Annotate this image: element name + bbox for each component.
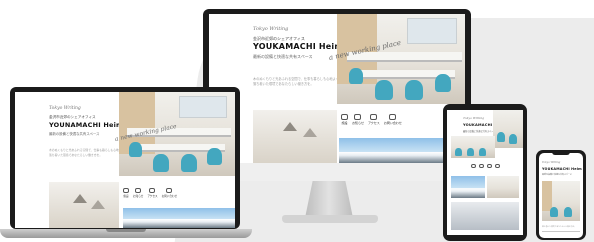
room-photo (487, 176, 519, 198)
site-title: YOUNAMACHI Heim (49, 121, 123, 129)
pendant-lamp (73, 194, 87, 203)
feature-label: アクセス (147, 195, 158, 198)
intro-text-2: 落ち着いた環境であなたらしい働き方を。 (49, 153, 103, 157)
feature-item[interactable]: お知らせ (133, 188, 143, 198)
feature-label: 施設 (341, 121, 348, 125)
mountain-photo (123, 208, 235, 228)
feature-label: お問い合わせ (161, 195, 178, 198)
feature-label: アクセス (367, 121, 380, 125)
monitor-screen: Tokyo Writing 金沢市近郊のシェアオフィス YOUKAMACHI H… (209, 14, 465, 163)
feature-item[interactable]: アクセス (147, 188, 158, 198)
site-title: YOUKAMACHI Heim (542, 167, 582, 171)
chair (181, 154, 197, 172)
tablet-screen: Tokyo Writing YOUKAMACHI Heim 最新の設備と快適な共… (447, 110, 523, 235)
mountain-photo (451, 176, 485, 198)
device-mockup-stage: Tokyo Writing 金沢市近郊のシェアオフィス YOUKAMACHI H… (0, 0, 594, 242)
feature-label: お知らせ (133, 195, 144, 198)
chair (509, 134, 517, 144)
feature-label: お問い合わせ (383, 121, 402, 125)
lamp-photo (253, 110, 337, 163)
feature-icons: 施設 お知らせ アクセス お問い合わせ (123, 188, 177, 198)
chair (375, 80, 393, 100)
site-subtitle: 最新の設備と快適な共有スペース (463, 130, 496, 133)
chair (467, 148, 474, 156)
wood-panel (542, 181, 552, 211)
feature-item[interactable]: アクセス (368, 114, 380, 125)
chair (153, 154, 169, 172)
hero-photo-wide (451, 136, 495, 158)
pendant-lamp (91, 200, 105, 209)
feature-item[interactable] (495, 164, 500, 168)
window (407, 18, 457, 44)
chair (207, 148, 222, 165)
feature-item[interactable]: 施設 (123, 188, 129, 198)
site-logo[interactable]: Tokyo Writing (253, 26, 288, 32)
site-logo[interactable]: Tokyo Writing (49, 106, 81, 111)
chair (479, 148, 486, 156)
feature-item[interactable] (471, 164, 476, 168)
feature-item[interactable]: 施設 (341, 114, 348, 125)
site-title: YOUKAMACHI Heim (253, 42, 343, 51)
feature-item[interactable]: お問い合わせ (161, 188, 178, 198)
divider (542, 231, 580, 232)
chair (455, 148, 462, 156)
hero-photo (542, 181, 580, 221)
site-logo[interactable]: Tokyo Writing (542, 161, 560, 164)
feature-item[interactable]: お問い合わせ (384, 114, 402, 125)
site-tagline: 金沢市近郊のシェアオフィス (49, 115, 96, 119)
site-subtitle: 最新の設備と快適な共有スペース (49, 132, 100, 136)
window (179, 96, 227, 118)
feature-label: お知らせ (352, 121, 364, 125)
chair (405, 80, 423, 100)
feature-label: 施設 (123, 195, 129, 198)
chair (435, 74, 451, 92)
site-subtitle: 最新の設備と快適な共有スペース (253, 54, 313, 59)
chair (550, 207, 558, 217)
pendant-lamp (303, 128, 317, 137)
chair (349, 68, 363, 84)
feature-item[interactable] (487, 164, 492, 168)
site-logo[interactable]: Tokyo Writing (463, 116, 484, 120)
site-subtitle: 最新の設備と快適な共有スペース (542, 174, 572, 176)
room-photo (451, 202, 519, 230)
intro-text: 木のぬくもりと光あふれる空間で、仕事も暮らしも心地よく。 (49, 148, 128, 152)
chair (564, 207, 572, 217)
feature-icons: 施設 お知らせ アクセス お問い合わせ (341, 114, 402, 125)
intro-text: 落ち着いた環境であなたらしい働き方を。 (542, 226, 577, 228)
feature-item[interactable]: お知らせ (352, 114, 364, 125)
chair (129, 142, 142, 157)
phone-notch (552, 152, 570, 155)
laptop-notch (106, 229, 146, 232)
hero-photo (493, 110, 523, 148)
hero-photo (337, 14, 465, 104)
lamp-photo (49, 182, 119, 228)
feature-item[interactable] (479, 164, 484, 168)
monitor-chin (203, 163, 471, 181)
feature-icons (471, 164, 500, 168)
intro-text-2: 落ち着いた環境であなたらしい働き方を。 (253, 82, 314, 86)
phone-screen: Tokyo Writing YOUKAMACHI Heim 最新の設備と快適な共… (539, 153, 583, 238)
laptop-screen: Tokyo Writing 金沢市近郊のシェアオフィス YOUNAMACHI H… (15, 92, 235, 228)
pendant-lamp (283, 122, 297, 131)
monitor-stand-base (282, 215, 378, 223)
chair (497, 132, 505, 142)
